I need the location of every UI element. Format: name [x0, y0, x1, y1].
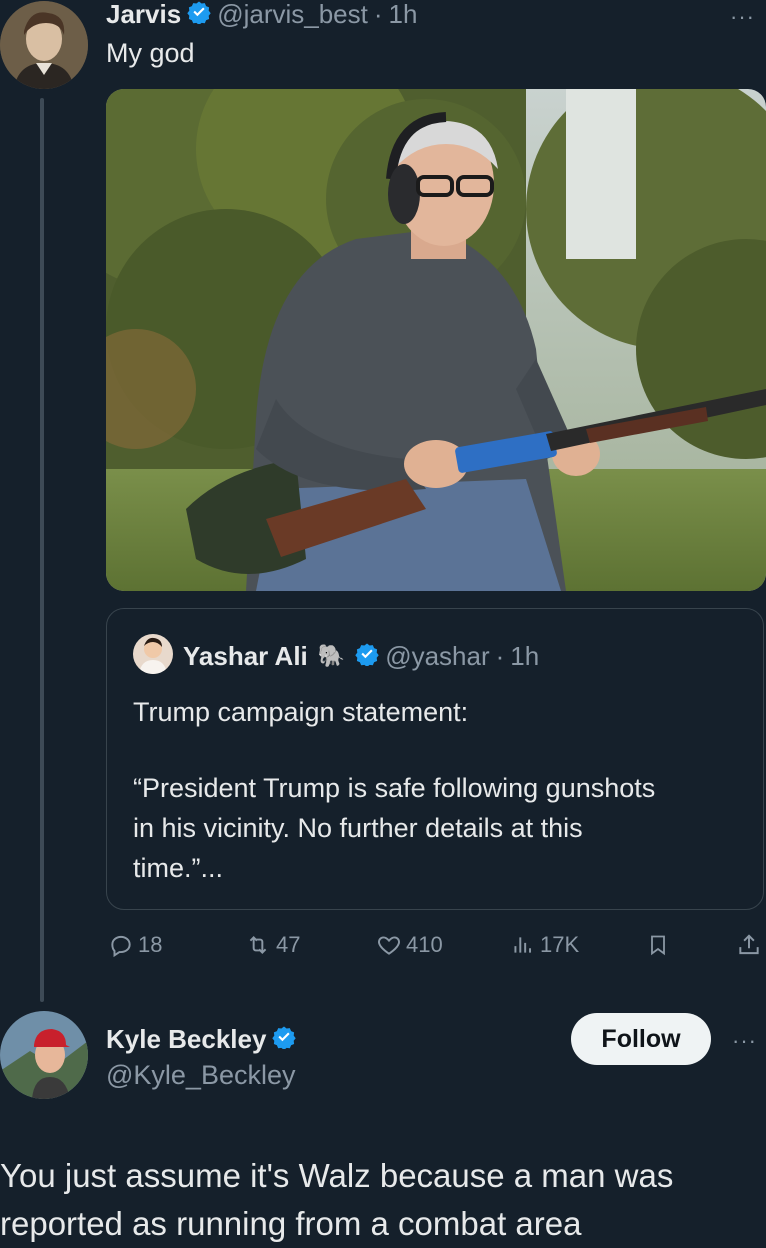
- jarvis-avatar[interactable]: [0, 1, 88, 89]
- reply-icon: [108, 932, 134, 958]
- bookmark-button[interactable]: [646, 932, 670, 958]
- tweet-photo[interactable]: [106, 89, 766, 591]
- main-tweet-text: My god: [106, 38, 195, 68]
- quoted-tweet-line-2: “President Trump is safe following gunsh…: [133, 773, 656, 803]
- repost-icon: [244, 932, 272, 958]
- separator-dot: ·: [495, 640, 505, 671]
- quoted-author-handle[interactable]: @yashar: [385, 641, 489, 672]
- bookmark-icon: [646, 932, 670, 958]
- kyle-avatar[interactable]: [0, 1011, 88, 1099]
- author-handle[interactable]: @jarvis_best: [217, 0, 368, 30]
- share-button[interactable]: [736, 932, 762, 958]
- repost-count: 47: [276, 932, 301, 957]
- main-tweet-header: Jarvis @jarvis_best · 1h: [106, 0, 417, 30]
- more-options-icon[interactable]: ···: [730, 4, 755, 30]
- more-options-icon[interactable]: ···: [732, 1028, 757, 1054]
- author-name[interactable]: Jarvis: [106, 0, 181, 30]
- verified-badge-icon: [187, 0, 211, 29]
- like-button[interactable]: 410: [376, 932, 443, 958]
- quoted-tweet-line-3: in his vicinity. No further details at t…: [133, 813, 583, 843]
- reply-tweet-header: Kyle Beckley: [106, 1022, 297, 1056]
- quoted-tweet-time[interactable]: 1h: [510, 641, 539, 672]
- views-button[interactable]: 17K: [510, 932, 579, 958]
- thread-line: [40, 98, 44, 1002]
- verified-badge-icon: [355, 642, 379, 671]
- quoted-tweet-line-1: Trump campaign statement:: [133, 697, 469, 727]
- reply-count: 18: [138, 932, 163, 957]
- tweet-time[interactable]: 1h: [389, 0, 418, 30]
- heart-icon: [376, 932, 402, 958]
- reply-author-handle[interactable]: @Kyle_Beckley: [106, 1060, 296, 1091]
- quoted-tweet-line-4: time.”...: [133, 853, 224, 883]
- elephant-emoji-icon: 🐘: [317, 643, 346, 668]
- views-count: 17K: [540, 932, 580, 957]
- follow-button[interactable]: Follow: [571, 1013, 711, 1065]
- reply-button[interactable]: 18: [108, 932, 162, 958]
- repost-button[interactable]: 47: [244, 932, 300, 958]
- analytics-icon: [510, 932, 536, 958]
- share-icon: [736, 932, 762, 958]
- yashar-avatar[interactable]: [133, 634, 173, 674]
- reply-author-name[interactable]: Kyle Beckley: [106, 1024, 266, 1055]
- reply-text-line-1: You just assume it's Walz because a man …: [0, 1157, 674, 1194]
- quoted-author-name[interactable]: Yashar Ali: [183, 641, 308, 672]
- verified-badge-icon: [272, 1025, 297, 1054]
- like-count: 410: [406, 932, 443, 957]
- reply-text-line-2: reported as running from a combat area: [0, 1205, 582, 1242]
- separator-dot: ·: [373, 0, 383, 29]
- reply-tweet-text: You just assume it's Walz because a man …: [0, 1152, 760, 1248]
- quoted-tweet-header: Yashar Ali 🐘 @yashar · 1h: [183, 638, 539, 674]
- photo-image: [106, 89, 766, 591]
